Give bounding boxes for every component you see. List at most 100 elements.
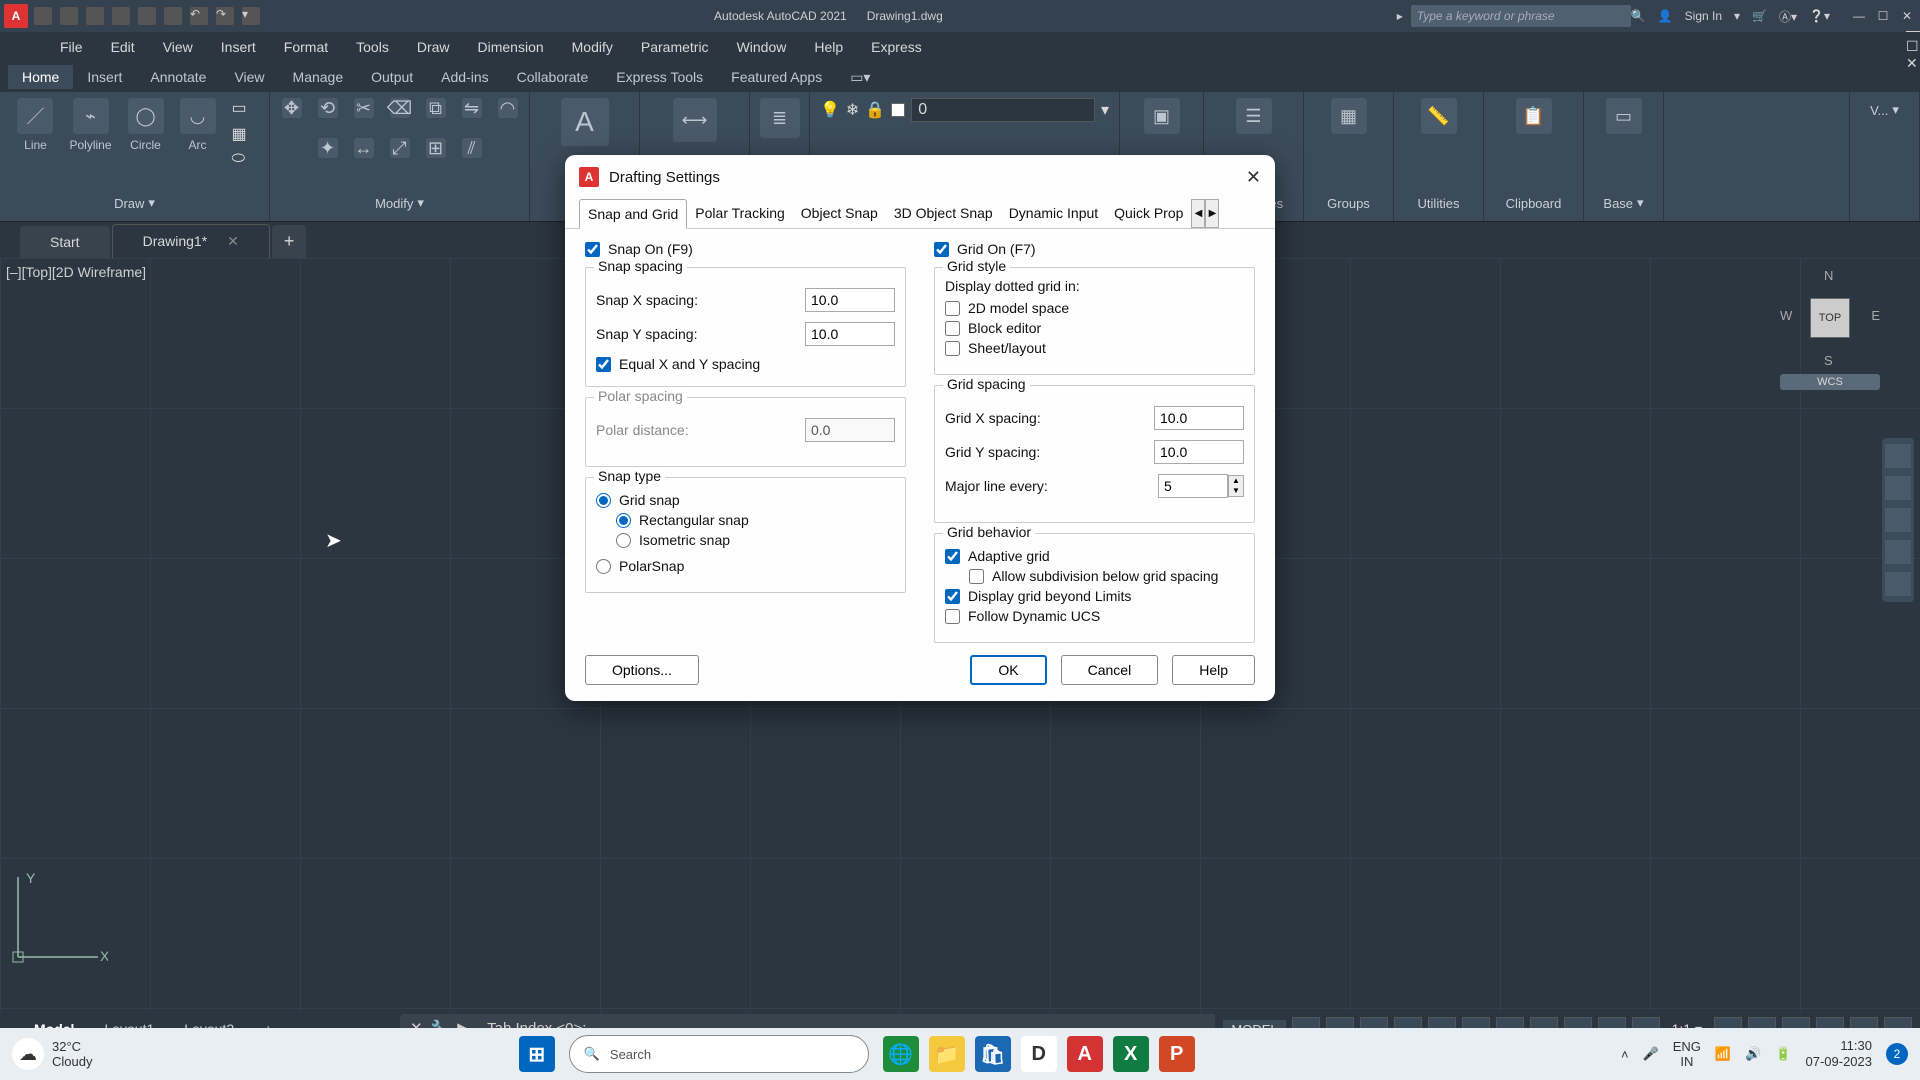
tool-explode-icon[interactable]: ✦: [318, 138, 338, 162]
tool-arc[interactable]: ◡Arc: [180, 98, 216, 170]
tray-battery-icon[interactable]: 🔋: [1775, 1046, 1791, 1062]
tool-trim-icon[interactable]: ✂: [354, 98, 374, 122]
signin-link[interactable]: Sign In: [1685, 9, 1722, 23]
taskbar-search[interactable]: 🔍Search: [569, 1035, 869, 1073]
2d-model-space-checkbox[interactable]: [945, 301, 960, 316]
minimize-button[interactable]: —: [1850, 8, 1868, 24]
taskbar-weather[interactable]: ☁ 32°C Cloudy: [12, 1038, 92, 1070]
dialog-tab-dyn-input[interactable]: Dynamic Input: [1001, 199, 1106, 228]
tool-circle[interactable]: ◯Circle: [128, 98, 164, 170]
equal-spacing-checkbox[interactable]: [596, 357, 611, 372]
tray-notification-badge[interactable]: 2: [1886, 1043, 1908, 1065]
chevron-down-icon[interactable]: ▾: [1101, 100, 1109, 120]
grid-on-checkbox[interactable]: [934, 242, 949, 257]
tab-scroll-right[interactable]: ▶: [1205, 199, 1219, 228]
grid-y-input[interactable]: [1154, 440, 1244, 464]
menu-help[interactable]: Help: [814, 39, 843, 55]
tool-base-icon[interactable]: ▭: [1606, 98, 1642, 138]
menu-express[interactable]: Express: [871, 39, 922, 55]
tool-layers-icon[interactable]: ≣: [760, 98, 800, 142]
menu-modify[interactable]: Modify: [572, 39, 613, 55]
ribbon-tab-collaborate[interactable]: Collaborate: [503, 65, 603, 89]
dialog-close-button[interactable]: ✕: [1246, 167, 1261, 188]
ribbon-tab-featured-apps[interactable]: Featured Apps: [717, 65, 836, 89]
mdi-close-button[interactable]: ✕: [1906, 55, 1920, 72]
major-line-input[interactable]: [1158, 474, 1228, 498]
keyword-search-input[interactable]: Type a keyword or phrase: [1411, 5, 1631, 27]
major-line-spin-down[interactable]: ▼: [1229, 486, 1243, 496]
tool-copy-icon[interactable]: ⧉: [426, 98, 446, 122]
dialog-tab-osnap[interactable]: Object Snap: [793, 199, 886, 228]
panel-view-label[interactable]: V... ▾: [1866, 98, 1903, 122]
tray-mic-icon[interactable]: 🎤: [1643, 1046, 1659, 1062]
taskbar-app-dell[interactable]: D: [1021, 1036, 1057, 1072]
qat-undo-icon[interactable]: ↶: [190, 7, 208, 25]
qat-open-icon[interactable]: [60, 7, 78, 25]
app-store-icon[interactable]: Ⓐ▾: [1779, 8, 1797, 25]
ribbon-tab-view[interactable]: View: [220, 65, 278, 89]
taskbar-app-edge[interactable]: 🌐: [883, 1036, 919, 1072]
menu-edit[interactable]: Edit: [111, 39, 135, 55]
tray-chevron-up-icon[interactable]: ˄: [1621, 1047, 1629, 1062]
ribbon-tab-express-tools[interactable]: Express Tools: [602, 65, 717, 89]
ribbon-tab-addins[interactable]: Add-ins: [427, 65, 502, 89]
tool-groups-icon[interactable]: ▦: [1331, 98, 1367, 138]
viewcube-east[interactable]: E: [1871, 308, 1880, 323]
panel-modify-label[interactable]: Modify ▾: [371, 191, 428, 215]
doc-tab-drawing1[interactable]: Drawing1*✕: [112, 224, 270, 258]
ribbon-tab-home[interactable]: Home: [8, 65, 73, 89]
cart-icon[interactable]: 🛒: [1752, 9, 1767, 23]
qat-dropdown-icon[interactable]: ▾: [242, 7, 260, 25]
taskbar-app-ppt[interactable]: P: [1159, 1036, 1195, 1072]
tray-wifi-icon[interactable]: 📶: [1715, 1046, 1731, 1062]
follow-ucs-checkbox[interactable]: [945, 609, 960, 624]
qat-print-icon[interactable]: [164, 7, 182, 25]
help-button[interactable]: Help: [1172, 655, 1255, 685]
nav-orbit-icon[interactable]: [1885, 540, 1911, 564]
maximize-button[interactable]: ☐: [1874, 8, 1892, 24]
viewcube-south[interactable]: S: [1824, 353, 1833, 368]
viewcube[interactable]: N S W E TOP WCS: [1780, 268, 1880, 408]
major-line-spin-up[interactable]: ▲: [1229, 476, 1243, 486]
tool-utilities-icon[interactable]: 📏: [1421, 98, 1457, 138]
qat-plot-icon[interactable]: [138, 7, 156, 25]
taskbar-app-store[interactable]: 🛍: [975, 1036, 1011, 1072]
ribbon-tab-output[interactable]: Output: [357, 65, 427, 89]
viewcube-north[interactable]: N: [1824, 268, 1833, 283]
nav-wheels-icon[interactable]: [1885, 444, 1911, 468]
doc-tab-new[interactable]: +: [272, 225, 307, 258]
signin-dropdown-icon[interactable]: ▾: [1734, 9, 1740, 23]
tool-rectangle-icon[interactable]: ▭: [232, 98, 252, 118]
tool-ellipse-icon[interactable]: ⬭: [232, 150, 252, 170]
qat-saveas-icon[interactable]: [112, 7, 130, 25]
menu-dimension[interactable]: Dimension: [478, 39, 544, 55]
tool-move-icon[interactable]: ✥: [282, 98, 302, 122]
menu-view[interactable]: View: [163, 39, 193, 55]
snap-x-input[interactable]: [805, 288, 895, 312]
viewcube-wcs[interactable]: WCS: [1780, 374, 1880, 390]
menu-tools[interactable]: Tools: [356, 39, 389, 55]
tool-insert-block-icon[interactable]: ▣: [1144, 98, 1180, 138]
menu-insert[interactable]: Insert: [221, 39, 256, 55]
grid-beyond-limits-checkbox[interactable]: [945, 589, 960, 604]
tool-dimension-icon[interactable]: ⟷: [673, 98, 717, 146]
layer-dropdown[interactable]: 0: [911, 98, 1095, 122]
adaptive-grid-checkbox[interactable]: [945, 549, 960, 564]
tool-fillet-icon[interactable]: ◠: [498, 98, 518, 122]
rectangular-snap-radio[interactable]: [616, 513, 631, 528]
search-icon[interactable]: 🔍: [1631, 9, 1646, 23]
taskbar-app-acad[interactable]: A: [1067, 1036, 1103, 1072]
doc-tab-start[interactable]: Start: [20, 226, 110, 258]
qat-save-icon[interactable]: [86, 7, 104, 25]
dialog-tab-3d-osnap[interactable]: 3D Object Snap: [886, 199, 1001, 228]
tool-offset-icon[interactable]: ⫽: [462, 138, 482, 162]
ribbon-tab-annotate[interactable]: Annotate: [136, 65, 220, 89]
sheet-layout-checkbox[interactable]: [945, 341, 960, 356]
cancel-button[interactable]: Cancel: [1061, 655, 1159, 685]
tool-text-icon[interactable]: A: [561, 98, 609, 150]
snap-on-checkbox[interactable]: [585, 242, 600, 257]
panel-groups-label[interactable]: Groups: [1323, 192, 1374, 215]
mdi-maximize-button[interactable]: ☐: [1906, 38, 1920, 55]
dialog-tab-polar[interactable]: Polar Tracking: [687, 199, 792, 228]
panel-draw-label[interactable]: Draw ▾: [110, 191, 159, 215]
